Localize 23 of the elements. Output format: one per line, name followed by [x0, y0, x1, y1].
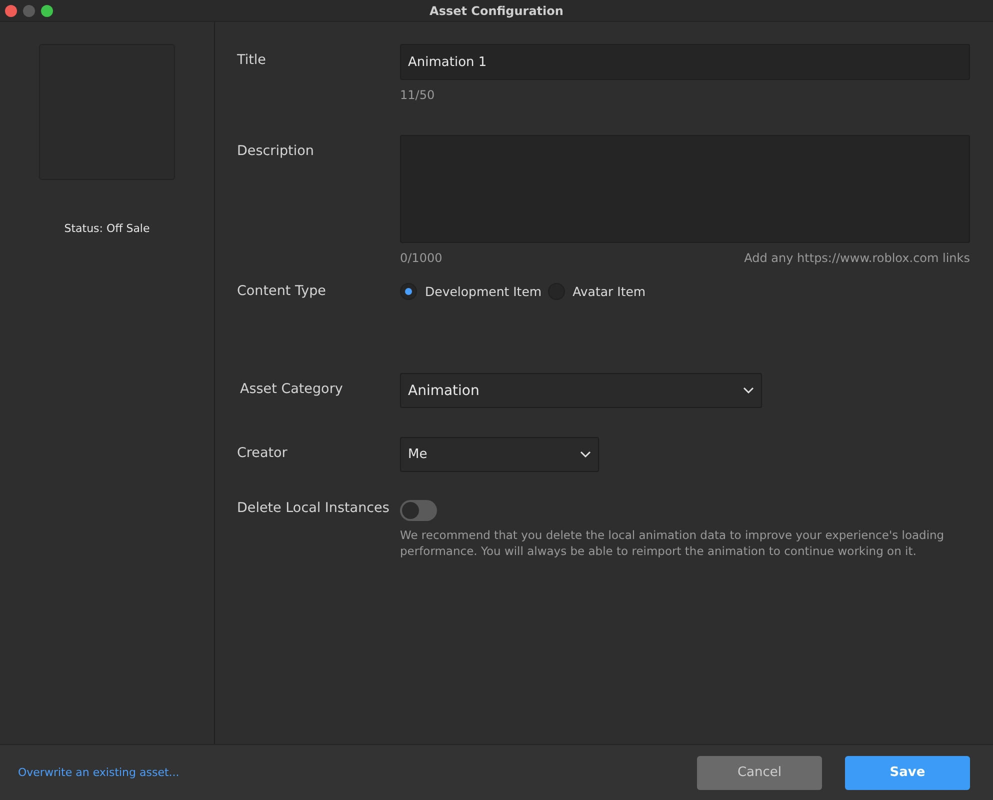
character-counter: 0/1000 — [400, 251, 442, 265]
character-counter: 11/50 — [400, 88, 435, 102]
hint-text: Add any https://www.roblox.com links — [744, 251, 970, 265]
field-label: Asset Category — [239, 380, 344, 399]
creator-dropdown[interactable]: Me — [400, 437, 599, 472]
chevron-down-icon — [580, 451, 591, 458]
chevron-down-icon — [743, 387, 754, 394]
radio-option[interactable]: Development Item — [400, 283, 542, 300]
overwrite-link[interactable]: Overwrite an existing asset... — [18, 766, 180, 779]
field-label: Creator — [237, 444, 288, 463]
field-label: Delete Local Instances — [237, 500, 390, 518]
field-label: Content Type — [237, 283, 327, 301]
category-dropdown[interactable]: Animation — [400, 373, 762, 408]
close-icon[interactable] — [4, 4, 18, 18]
field-label: Description — [237, 142, 315, 161]
title-input[interactable]: Animation 1 — [400, 44, 970, 80]
window-title: Asset Configuration — [430, 4, 564, 18]
radio-option[interactable]: Avatar Item — [548, 283, 646, 300]
zoom-icon[interactable] — [40, 4, 54, 18]
field-label: Title — [237, 51, 267, 70]
help-text: We recommend that you delete the local animation data to improve your experience's loading performance. You will always be able to reimport the animation to continue working on it. — [400, 527, 946, 559]
status-text: Status: Off Sale — [64, 222, 150, 235]
toggle-switch[interactable] — [400, 500, 437, 521]
